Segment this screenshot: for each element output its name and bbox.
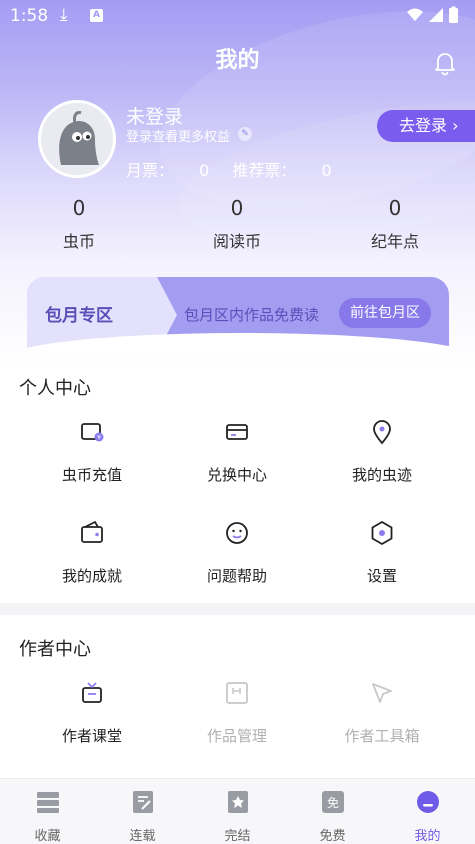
user-subtitle[interactable]: 登录查看更多权益 bbox=[126, 126, 230, 145]
stat-label: 阅读币 bbox=[212, 232, 261, 251]
tab-finished[interactable]: 完结 bbox=[190, 789, 285, 844]
page-title: 我的 bbox=[215, 48, 260, 73]
stat-value: 0 bbox=[388, 196, 402, 220]
wallet-icon bbox=[81, 520, 103, 543]
tab-label: 免费 bbox=[319, 829, 346, 844]
tv-icon bbox=[82, 682, 102, 703]
document-icon bbox=[226, 682, 248, 704]
profile-icon bbox=[416, 791, 439, 813]
monthly-ticket-label: 月票： bbox=[126, 161, 175, 180]
section-divider bbox=[0, 603, 475, 615]
ghost-avatar-icon bbox=[59, 111, 99, 165]
status-bar: 1:58 ⤓ A bbox=[0, 0, 475, 32]
tab-label: 我的 bbox=[414, 829, 441, 844]
grid-item-recharge[interactable]: ¥ 虫币充值 bbox=[27, 418, 157, 485]
recommend-ticket-label: 推荐票： bbox=[232, 161, 297, 180]
monthly-ticket-value: 0 bbox=[199, 161, 210, 180]
grid-item-exchange[interactable]: 兑换中心 bbox=[172, 418, 302, 485]
recommend-ticket-value: 0 bbox=[321, 161, 332, 180]
cursor-icon bbox=[372, 683, 392, 703]
monthly-banner[interactable]: 包月专区 包月区内作品免费读 前往包月区 bbox=[27, 277, 449, 353]
grid-label: 我的虫迹 bbox=[351, 466, 412, 484]
stat-label: 纪年点 bbox=[370, 232, 419, 251]
edit-book-icon bbox=[132, 791, 153, 813]
grid-label: 问题帮助 bbox=[206, 567, 267, 585]
monthly-go-button[interactable]: 前往包月区 bbox=[339, 298, 431, 328]
system-status-icons bbox=[407, 6, 458, 23]
grid-label: 作者课堂 bbox=[61, 727, 122, 745]
grid-item-settings[interactable]: 设置 bbox=[317, 519, 447, 586]
monthly-desc: 包月区内作品免费读 bbox=[184, 306, 320, 324]
location-pin-icon bbox=[373, 420, 391, 445]
section-title-personal: 个人中心 bbox=[19, 378, 91, 399]
coin-wallet-icon: ¥ bbox=[81, 423, 104, 442]
stat-anniversary-points[interactable]: 0 纪年点 bbox=[335, 196, 455, 252]
tab-mine[interactable]: 我的 bbox=[380, 789, 475, 844]
grid-item-works-management[interactable]: 作品管理 bbox=[172, 679, 302, 746]
grid-label: 虫币充值 bbox=[61, 466, 122, 484]
ticket-row: 月票： 0 推荐票： 0 bbox=[126, 157, 336, 181]
grid-label: 兑换中心 bbox=[206, 466, 267, 484]
grid-item-help[interactable]: 问题帮助 bbox=[172, 519, 302, 586]
free-icon: 免 bbox=[321, 791, 344, 813]
stat-reading-coins[interactable]: 0 阅读币 bbox=[177, 196, 297, 252]
hexagon-settings-icon bbox=[371, 520, 393, 546]
login-button[interactable]: 去登录 › bbox=[377, 110, 475, 142]
user-name[interactable]: 未登录 bbox=[126, 102, 183, 129]
grid-item-author-toolbox[interactable]: 作者工具箱 bbox=[317, 679, 447, 746]
section-title-author: 作者中心 bbox=[19, 639, 91, 660]
smile-icon bbox=[226, 522, 248, 544]
grid-item-achievement[interactable]: 我的成就 bbox=[27, 519, 157, 586]
svg-text:¥: ¥ bbox=[97, 435, 101, 442]
avatar[interactable] bbox=[38, 100, 116, 178]
grid-label: 作品管理 bbox=[206, 727, 267, 745]
bookshelf-icon bbox=[36, 792, 59, 813]
bell-icon[interactable] bbox=[432, 50, 458, 76]
tab-serial[interactable]: 连载 bbox=[95, 789, 190, 844]
tab-label: 连载 bbox=[129, 829, 156, 844]
stat-value: 0 bbox=[72, 196, 86, 220]
monthly-title: 包月专区 bbox=[45, 306, 113, 326]
card-icon bbox=[226, 424, 248, 440]
app-notification-icon: A bbox=[90, 9, 103, 22]
svg-text:免: 免 bbox=[326, 795, 338, 810]
stat-value: 0 bbox=[230, 196, 244, 220]
grid-item-footprint[interactable]: 我的虫迹 bbox=[317, 418, 447, 485]
tab-free[interactable]: 免 免费 bbox=[285, 789, 380, 844]
edit-icon[interactable]: ✎ bbox=[238, 127, 252, 141]
tab-label: 完结 bbox=[224, 829, 251, 844]
bottom-tab-bar: 收藏 连载 完结 免 免费 我的 bbox=[0, 778, 475, 844]
stats-row: 0 虫币 0 阅读币 0 纪年点 bbox=[0, 196, 475, 258]
download-icon: ⤓ bbox=[60, 5, 68, 25]
tab-label: 收藏 bbox=[34, 829, 61, 844]
stat-label: 虫币 bbox=[62, 232, 95, 251]
grid-label: 我的成就 bbox=[61, 567, 122, 585]
grid-label: 设置 bbox=[366, 567, 397, 585]
grid-item-author-class[interactable]: 作者课堂 bbox=[27, 679, 157, 746]
finished-book-icon bbox=[227, 791, 248, 813]
stat-coins[interactable]: 0 虫币 bbox=[19, 196, 139, 252]
grid-label: 作者工具箱 bbox=[344, 727, 420, 745]
tab-collection[interactable]: 收藏 bbox=[0, 789, 95, 844]
status-time: 1:58 bbox=[10, 6, 49, 26]
